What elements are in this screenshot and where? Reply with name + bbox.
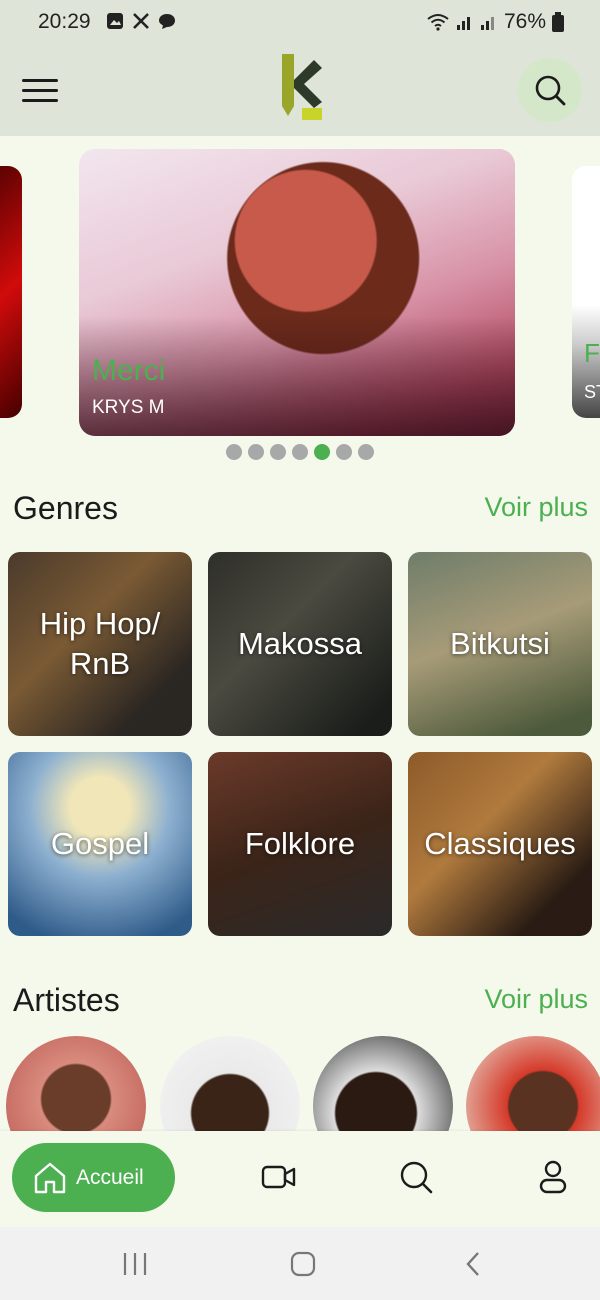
genre-label: Classiques: [424, 825, 576, 861]
home-system-icon[interactable]: [288, 1249, 318, 1279]
pagination-dot[interactable]: [292, 444, 308, 460]
pagination-dot-active[interactable]: [314, 444, 330, 460]
gallery-icon: [107, 13, 123, 29]
carousel-slide-next[interactable]: F ST: [572, 166, 600, 418]
nav-profile-button[interactable]: [533, 1157, 573, 1197]
artist-avatar[interactable]: [6, 1036, 146, 1131]
nav-home-label: Accueil: [76, 1165, 144, 1189]
app-logo[interactable]: [278, 50, 326, 122]
featured-carousel[interactable]: Merci KRYS M F ST: [0, 136, 600, 466]
status-bar: 20:29 76%: [0, 0, 600, 46]
search-button[interactable]: [518, 58, 582, 122]
genres-see-more-link[interactable]: Voir plus: [484, 492, 588, 523]
battery-percent: 76%: [503, 10, 546, 33]
genre-card-gospel[interactable]: Gospel: [8, 752, 192, 936]
carousel-slide[interactable]: Merci KRYS M: [79, 149, 515, 436]
genres-title: Genres: [13, 490, 118, 526]
system-navigation-bar: [0, 1227, 600, 1300]
pagination-dot[interactable]: [248, 444, 264, 460]
genre-label: Folklore: [244, 825, 356, 861]
nav-search-button[interactable]: [396, 1157, 436, 1197]
genre-card-classiques[interactable]: Classiques: [408, 752, 592, 936]
genre-card-bitkutsi[interactable]: Bitkutsi: [408, 552, 592, 736]
back-icon[interactable]: [458, 1249, 488, 1279]
genre-label: Bitkutsi: [450, 625, 550, 661]
nav-home-button[interactable]: Accueil: [12, 1143, 175, 1212]
pagination-dot[interactable]: [270, 444, 286, 460]
carousel-pagination: [226, 444, 374, 460]
status-system-icons: 76%: [426, 10, 564, 34]
search-icon: [535, 75, 566, 106]
slide-artist: KRYS M: [92, 397, 165, 418]
artist-avatar[interactable]: [466, 1036, 600, 1131]
slide-title: F: [584, 338, 600, 368]
artist-avatar[interactable]: [313, 1036, 453, 1131]
status-time: 20:29: [38, 10, 91, 33]
hamburger-menu-icon[interactable]: [22, 70, 64, 110]
video-icon: [261, 1165, 296, 1189]
nav-videos-button[interactable]: [259, 1157, 299, 1197]
genre-label: Makossa: [237, 625, 363, 661]
genre-card-makossa[interactable]: Makossa: [208, 552, 392, 736]
search-icon: [400, 1161, 433, 1194]
genre-label: Gospel: [50, 825, 150, 861]
slide-artist: ST: [584, 382, 600, 402]
pagination-dot[interactable]: [226, 444, 242, 460]
signal-icon: [456, 17, 470, 30]
genre-label: Hip Hop/ RnB: [39, 605, 161, 681]
chat-icon: [159, 14, 175, 29]
genre-card-hip-hop[interactable]: Hip Hop/ RnB: [8, 552, 192, 736]
signal-icon: [480, 17, 494, 30]
status-notification-icons: [106, 12, 176, 30]
artists-title: Artistes: [13, 982, 120, 1018]
home-icon: [34, 1162, 66, 1193]
recent-apps-icon[interactable]: [120, 1249, 150, 1279]
artists-row: [0, 1036, 600, 1131]
battery-icon: [552, 12, 564, 32]
profile-icon: [539, 1160, 567, 1194]
slide-title: Merci: [92, 354, 166, 387]
wifi-icon: [427, 14, 449, 31]
genre-card-folklore[interactable]: Folklore: [208, 752, 392, 936]
pagination-dot[interactable]: [358, 444, 374, 460]
pagination-dot[interactable]: [336, 444, 352, 460]
x-icon: [133, 13, 149, 29]
app-header: [0, 46, 600, 136]
bottom-navigation: Accueil: [0, 1131, 600, 1227]
artists-see-more-link[interactable]: Voir plus: [484, 984, 588, 1015]
artist-avatar[interactable]: [160, 1036, 300, 1131]
carousel-slide-prev[interactable]: [0, 166, 22, 418]
